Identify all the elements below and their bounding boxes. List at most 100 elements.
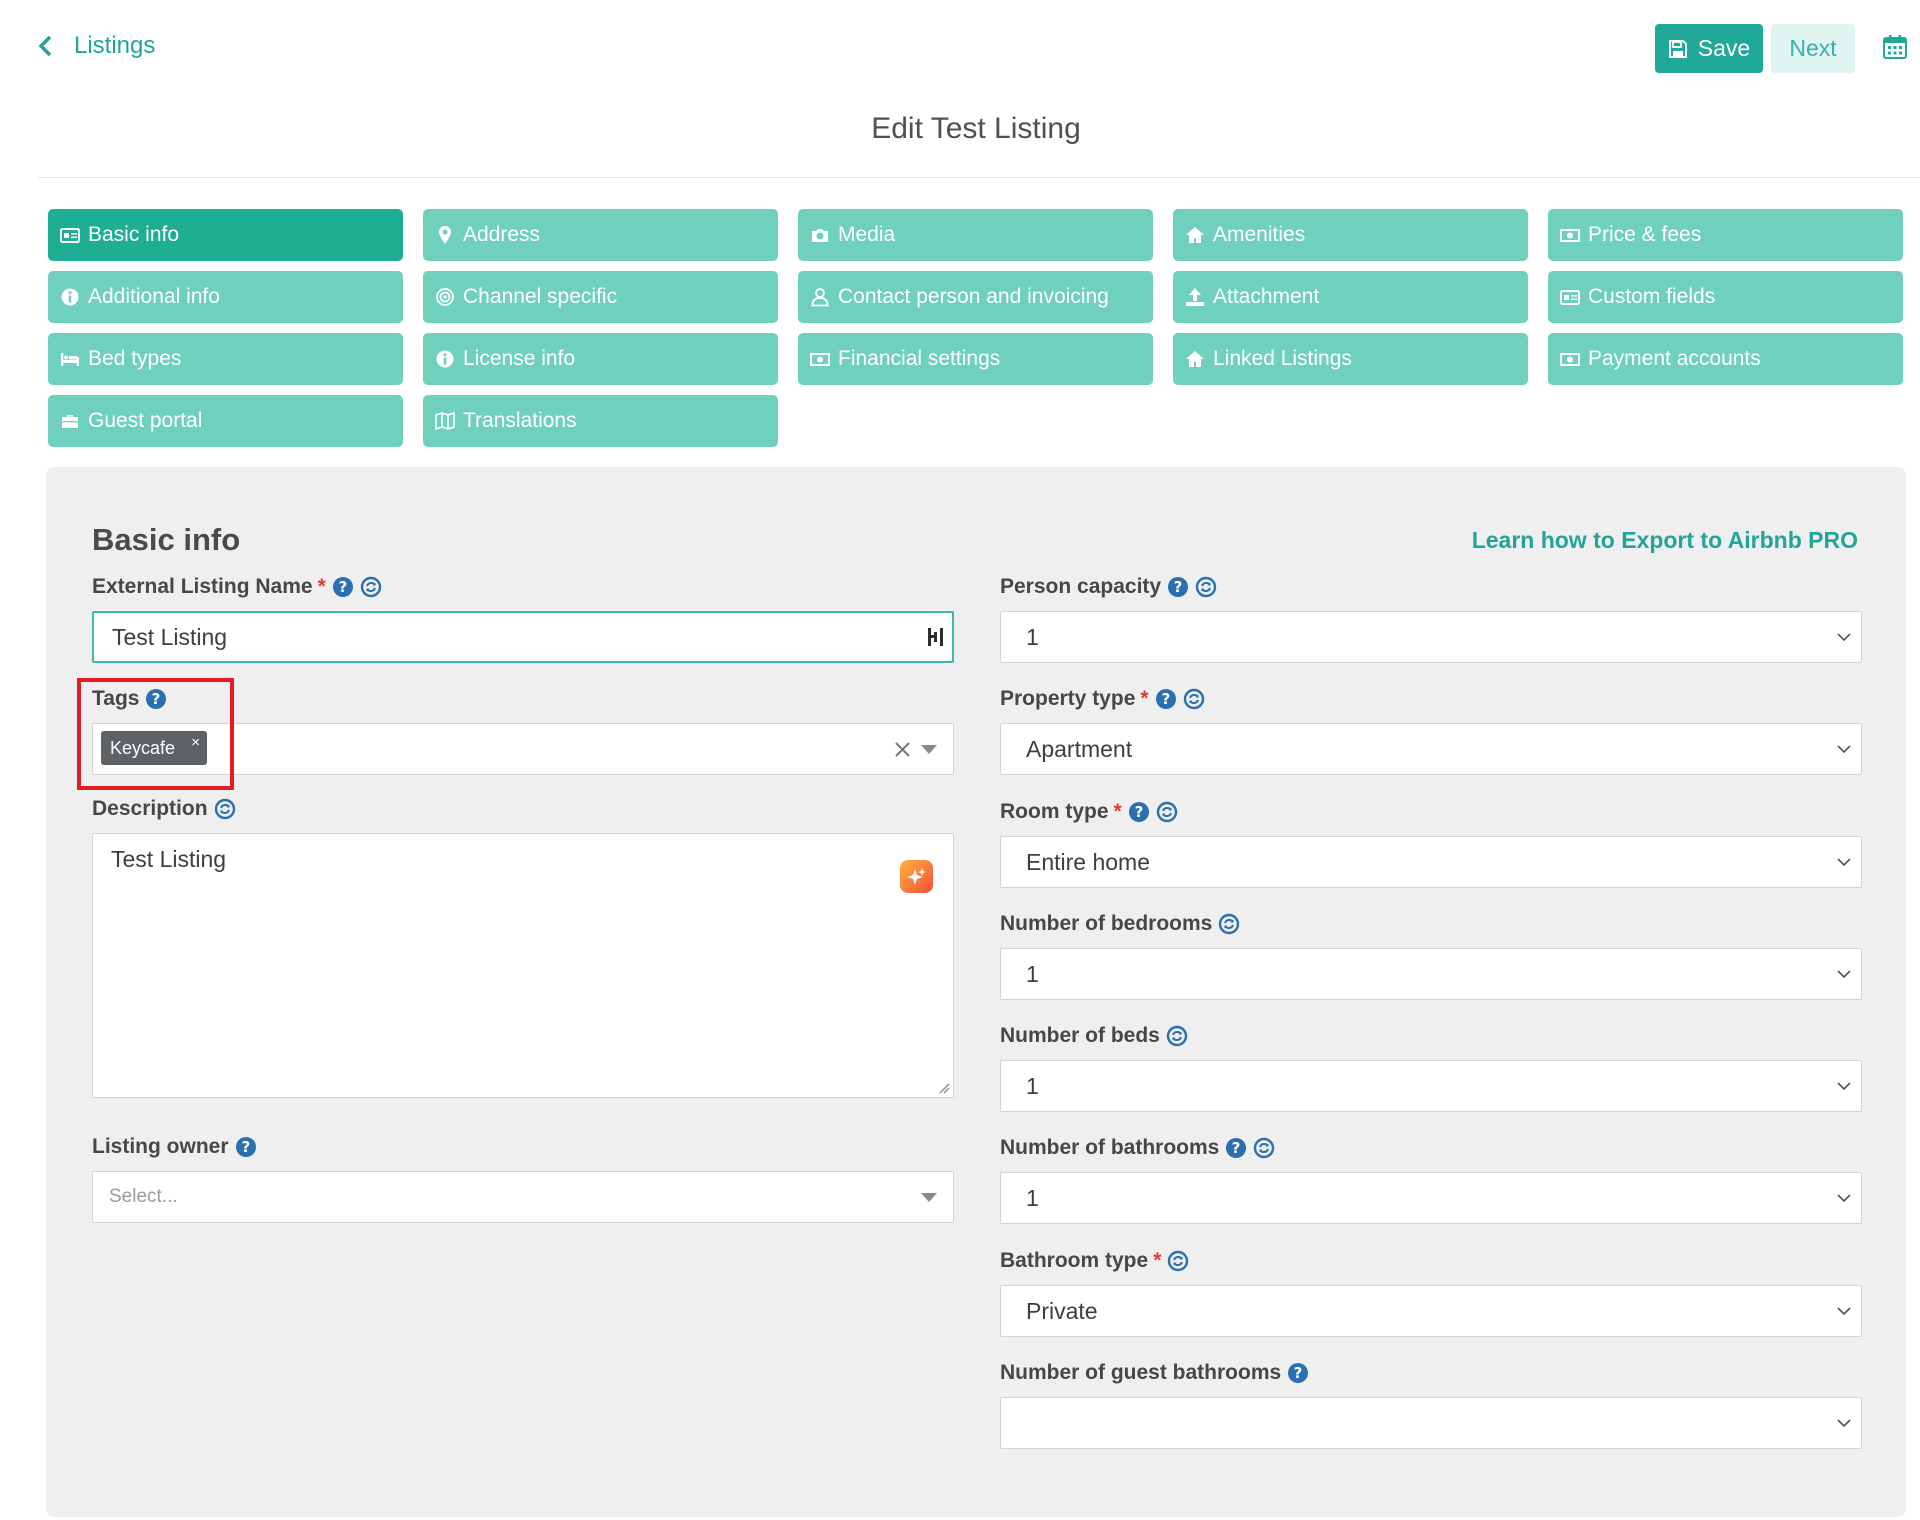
tab-label: Linked Listings: [1213, 347, 1352, 370]
tab-label: Translations: [463, 409, 577, 432]
tab-basic-info[interactable]: Basic info: [48, 209, 403, 261]
resize-grip-icon[interactable]: [939, 1083, 950, 1094]
required-asterisk: *: [1113, 800, 1122, 823]
tab-license-info[interactable]: License info: [423, 333, 778, 385]
guest-bathrooms-select[interactable]: [1000, 1397, 1862, 1449]
select-value: 1: [1026, 1184, 1039, 1211]
money-icon: [1560, 349, 1580, 369]
ai-sparkle-button[interactable]: [900, 860, 933, 893]
tab-label: Attachment: [1213, 285, 1320, 308]
password-manager-icon[interactable]: [926, 626, 946, 648]
beds-select[interactable]: 1: [1000, 1060, 1862, 1112]
select-value: 1: [1026, 960, 1039, 987]
briefcase-icon: [60, 411, 80, 431]
tab-label: Bed types: [88, 347, 182, 370]
help-icon[interactable]: [1155, 688, 1177, 710]
help-icon[interactable]: [1225, 1137, 1247, 1159]
camera-icon: [810, 225, 830, 245]
tab-label: Financial settings: [838, 347, 1001, 370]
user-icon: [810, 287, 830, 307]
next-button[interactable]: Next: [1771, 24, 1855, 73]
tab-amenities[interactable]: Amenities: [1173, 209, 1528, 261]
money-icon: [1560, 225, 1580, 245]
chevron-down-icon: [1837, 745, 1851, 754]
section-tabs: Basic info Address Media Amenities Price…: [48, 209, 1903, 447]
bathrooms-select[interactable]: 1: [1000, 1172, 1862, 1224]
help-icon[interactable]: [1167, 576, 1189, 598]
tab-bed-types[interactable]: Bed types: [48, 333, 403, 385]
help-icon[interactable]: [1287, 1362, 1309, 1384]
help-icon[interactable]: [235, 1136, 257, 1158]
label-text: Bathroom type: [1000, 1249, 1149, 1272]
sync-icon[interactable]: [360, 576, 382, 598]
person-capacity-select[interactable]: 1: [1000, 611, 1862, 663]
label-text: External Listing Name: [92, 575, 313, 598]
clear-icon[interactable]: [894, 741, 911, 758]
sync-icon[interactable]: [1253, 1137, 1275, 1159]
tab-attachment[interactable]: Attachment: [1173, 271, 1528, 323]
room-type-label: Room type *: [1000, 800, 1178, 824]
external-name-input[interactable]: Test Listing: [92, 611, 954, 663]
money-icon: [810, 349, 830, 369]
help-icon[interactable]: [332, 576, 354, 598]
sync-icon[interactable]: [1183, 688, 1205, 710]
caret-down-icon[interactable]: [921, 745, 937, 754]
select-value: Private: [1026, 1297, 1098, 1324]
room-type-select[interactable]: Entire home: [1000, 836, 1862, 888]
info-circle-icon: [60, 287, 80, 307]
tab-price-fees[interactable]: Price & fees: [1548, 209, 1903, 261]
chevron-down-icon: [1837, 1419, 1851, 1428]
sync-icon[interactable]: [1218, 913, 1240, 935]
tab-financial-settings[interactable]: Financial settings: [798, 333, 1153, 385]
person-capacity-label: Person capacity: [1000, 575, 1217, 599]
info-circle-icon: [435, 349, 455, 369]
description-textarea[interactable]: Test Listing: [92, 833, 954, 1098]
chevron-down-icon: [1837, 858, 1851, 867]
map-icon: [435, 411, 455, 431]
home-icon: [1185, 225, 1205, 245]
tab-additional-info[interactable]: Additional info: [48, 271, 403, 323]
tab-label: Amenities: [1213, 223, 1306, 246]
label-text: Number of bathrooms: [1000, 1136, 1220, 1159]
bathroom-type-select[interactable]: Private: [1000, 1285, 1862, 1337]
page-title: Edit Test Listing: [871, 112, 1081, 145]
required-asterisk: *: [317, 575, 326, 598]
tab-address[interactable]: Address: [423, 209, 778, 261]
tab-label: License info: [463, 347, 576, 370]
tab-linked-listings[interactable]: Linked Listings: [1173, 333, 1528, 385]
property-type-select[interactable]: Apartment: [1000, 723, 1862, 775]
tab-label: Additional info: [88, 285, 220, 308]
tab-guest-portal[interactable]: Guest portal: [48, 395, 403, 447]
caret-down-icon[interactable]: [921, 1193, 937, 1202]
sync-icon[interactable]: [1166, 1025, 1188, 1047]
sync-icon[interactable]: [214, 798, 236, 820]
tab-contact-person[interactable]: Contact person and invoicing: [798, 271, 1153, 323]
sync-icon[interactable]: [1156, 801, 1178, 823]
help-icon[interactable]: [1128, 801, 1150, 823]
bathrooms-label: Number of bathrooms: [1000, 1136, 1275, 1160]
tab-custom-fields[interactable]: Custom fields: [1548, 271, 1903, 323]
tab-translations[interactable]: Translations: [423, 395, 778, 447]
tab-channel-specific[interactable]: Channel specific: [423, 271, 778, 323]
calendar-icon[interactable]: [1882, 34, 1908, 60]
home-icon: [1185, 349, 1205, 369]
back-to-listings-link[interactable]: Listings: [38, 32, 155, 60]
tab-label: Guest portal: [88, 409, 203, 432]
export-airbnb-link[interactable]: Learn how to Export to Airbnb PRO: [1472, 527, 1858, 554]
bed-icon: [60, 349, 80, 369]
listing-owner-select[interactable]: Select...: [92, 1171, 954, 1223]
sync-icon[interactable]: [1195, 576, 1217, 598]
tab-media[interactable]: Media: [798, 209, 1153, 261]
title-divider: [38, 177, 1920, 178]
bedrooms-select[interactable]: 1: [1000, 948, 1862, 1000]
id-card-icon: [1560, 287, 1580, 307]
sync-icon[interactable]: [1167, 1250, 1189, 1272]
guest-bathrooms-label: Number of guest bathrooms: [1000, 1361, 1309, 1385]
chevron-down-icon: [1837, 1194, 1851, 1203]
tab-label: Address: [463, 223, 541, 246]
save-button[interactable]: Save: [1655, 24, 1763, 73]
tab-label: Media: [838, 223, 896, 246]
highlight-annotation: [77, 678, 234, 790]
label-text: Listing owner: [92, 1135, 229, 1158]
tab-payment-accounts[interactable]: Payment accounts: [1548, 333, 1903, 385]
